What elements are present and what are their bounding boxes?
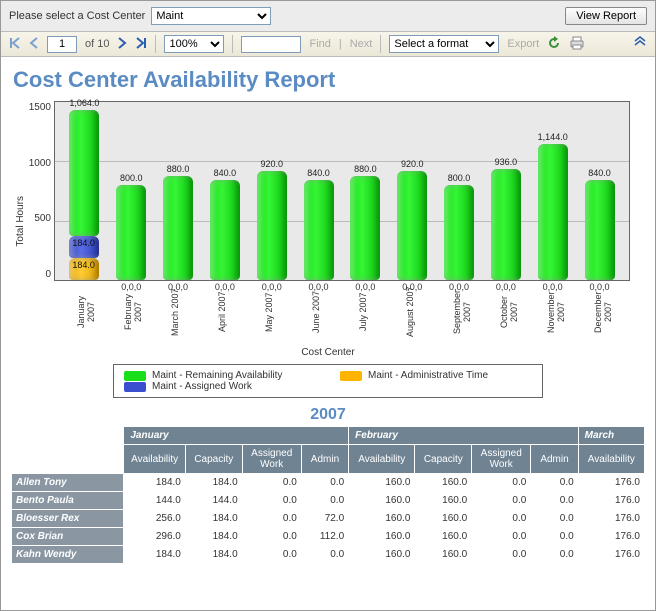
table-row: Cox Brian296.0184.00.0112.0160.0160.00.0… — [12, 528, 645, 546]
table-row: Bento Paula144.0144.00.00.0160.0160.00.0… — [12, 492, 645, 510]
format-select[interactable]: Select a format — [389, 35, 499, 53]
legend-item-admin: Maint - Administrative Time — [340, 370, 532, 381]
report-toolbar: of 10 100% Find | Next Select a format E… — [1, 32, 655, 57]
month-header-feb: February — [349, 427, 579, 445]
col-header: Availability — [124, 445, 186, 474]
report-title: Cost Center Availability Report — [13, 67, 645, 93]
swatch-green — [124, 371, 146, 381]
col-header: Availability — [349, 445, 415, 474]
swatch-blue — [124, 382, 146, 392]
col-header: Assigned Work — [242, 445, 301, 474]
y-ticks: 1500 1000 500 0 — [25, 102, 51, 280]
page-total-label: of 10 — [85, 38, 109, 50]
page-number-input[interactable] — [47, 36, 77, 53]
swatch-orange — [340, 371, 362, 381]
employee-name: Kahn Wendy — [12, 546, 124, 564]
table-row: Allen Tony184.0184.00.00.0160.0160.00.00… — [12, 474, 645, 492]
employee-name: Allen Tony — [12, 474, 124, 492]
x-axis-title: Cost Center — [11, 347, 645, 358]
parameter-bar: Please select a Cost Center Maint View R… — [1, 1, 655, 32]
print-icon[interactable] — [569, 36, 585, 53]
chart-legend: Maint - Remaining Availability Maint - A… — [113, 364, 543, 398]
col-header: Capacity — [185, 445, 242, 474]
legend-item-assigned: Maint - Assigned Work — [124, 381, 324, 392]
report-body: Cost Center Availability Report Total Ho… — [1, 57, 655, 610]
col-header: Admin — [531, 445, 578, 474]
month-header-mar: March — [578, 427, 644, 445]
year-heading: 2007 — [11, 406, 645, 424]
legend-item-remaining: Maint - Remaining Availability — [124, 370, 316, 381]
first-page-icon[interactable] — [9, 37, 21, 52]
x-axis: January 2007February 2007March 2007April… — [70, 281, 646, 341]
view-report-button[interactable]: View Report — [565, 7, 647, 25]
table-corner: Cost Center Employee — [12, 427, 124, 474]
employee-name: Bloesser Rex — [12, 510, 124, 528]
employee-name: Cox Brian — [12, 528, 124, 546]
col-header: Capacity — [415, 445, 472, 474]
employee-name: Bento Paula — [12, 492, 124, 510]
y-axis-title: Total Hours — [11, 196, 26, 247]
next-page-icon[interactable] — [117, 37, 127, 52]
export-link[interactable]: Export — [507, 38, 539, 50]
employee-table: Cost Center Employee January February Ma… — [11, 426, 645, 564]
table-row: Bloesser Rex256.0184.00.072.0160.0160.00… — [12, 510, 645, 528]
find-input[interactable] — [241, 36, 301, 53]
col-header: Assigned Work — [472, 445, 531, 474]
col-header: Availability — [578, 445, 644, 474]
col-header: Admin — [301, 445, 348, 474]
prev-page-icon[interactable] — [29, 37, 39, 52]
table-row: Kahn Wendy184.0184.00.00.0160.0160.00.00… — [12, 546, 645, 564]
cost-center-select[interactable]: Maint — [151, 7, 271, 25]
refresh-icon[interactable] — [547, 36, 561, 53]
month-header-jan: January — [124, 427, 349, 445]
zoom-select[interactable]: 100% — [164, 35, 224, 53]
availability-chart: 1500 1000 500 0 184.0184.01,064.0800.00,… — [54, 101, 630, 281]
find-link[interactable]: Find — [309, 38, 330, 50]
collapse-icon[interactable] — [633, 36, 647, 53]
next-find-link[interactable]: Next — [350, 38, 373, 50]
last-page-icon[interactable] — [135, 37, 147, 52]
cost-center-label: Please select a Cost Center — [9, 10, 145, 22]
